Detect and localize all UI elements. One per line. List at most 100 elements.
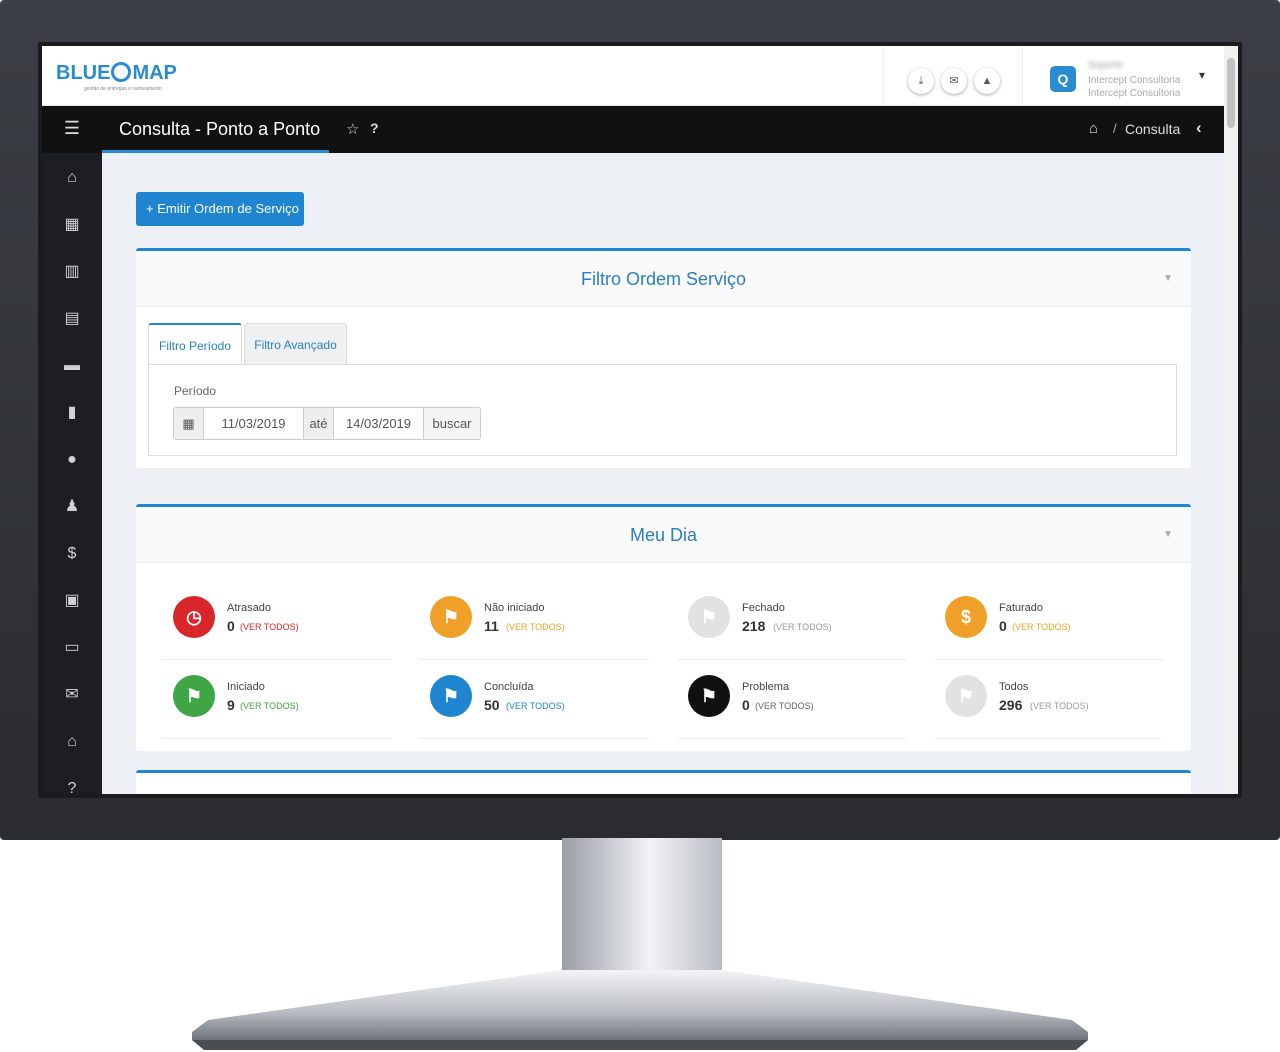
ver-todos-link[interactable]: (VER TODOS): [240, 701, 299, 711]
stat-card[interactable]: ⚑ Todos 296 (VER TODOS): [934, 661, 1164, 739]
ver-todos-link[interactable]: (VER TODOS): [773, 622, 832, 632]
main-content: + Emitir Ordem de Serviço Filtro Ordem S…: [102, 153, 1224, 794]
ver-todos-link[interactable]: (VER TODOS): [755, 701, 814, 711]
stat-label: Concluída: [484, 681, 534, 693]
calendar-icon[interactable]: ▦: [42, 210, 102, 240]
file-icon[interactable]: ▮: [42, 398, 102, 428]
flag-icon: ⚑: [173, 675, 215, 717]
user-name: Suporte: [1088, 60, 1124, 71]
meu-dia-panel: Meu Dia ▼ ◷ Atrasado 0 (VER TODOS) ⚑ Não inic…: [136, 504, 1191, 751]
ver-todos-link[interactable]: (VER TODOS): [240, 622, 299, 632]
calendar-icon: ▦: [174, 408, 204, 439]
dollar-icon[interactable]: $: [42, 539, 102, 569]
flag-icon: ⚑: [430, 596, 472, 638]
ver-todos-link[interactable]: (VER TODOS): [1012, 622, 1071, 632]
stat-label: Não iniciado: [484, 602, 545, 614]
caret-down-icon[interactable]: ▼: [1163, 251, 1173, 307]
page-titlebar: ☰ Consulta - Ponto a Ponto ☆ ? ⌂ / Consu…: [42, 106, 1224, 153]
flag-icon: ⚑: [430, 675, 472, 717]
breadcrumb-current: Consulta: [1125, 121, 1181, 137]
ver-todos-link[interactable]: (VER TODOS): [506, 622, 565, 632]
stat-card[interactable]: ⚑ Concluída 50 (VER TODOS): [419, 661, 649, 739]
bank-icon[interactable]: ⌂: [42, 727, 102, 757]
clock-icon: ◷: [173, 596, 215, 638]
meu-dia-panel-header[interactable]: Meu Dia ▼: [136, 507, 1191, 563]
sidebar: ⌂ ▦ ▥ ▤ ▬ ▮ ● ♟ $ ▣ ▭ ✉ ⌂ ?: [42, 153, 102, 794]
date-range-separator: até: [304, 408, 334, 439]
header-actions: ⤓ ✉ ▲: [883, 46, 1023, 106]
bluemap-logo[interactable]: BLUE MAP: [56, 62, 177, 85]
stat-count: 218: [742, 618, 766, 634]
chevron-left-icon[interactable]: ‹: [1196, 118, 1202, 138]
stat-label: Atrasado: [227, 602, 272, 614]
stat-card[interactable]: $ Faturado 0 (VER TODOS): [934, 582, 1164, 660]
flag-icon: ⚑: [688, 596, 730, 638]
download-icon[interactable]: ⤓: [908, 68, 934, 94]
breadcrumb-separator: /: [1113, 121, 1117, 136]
star-icon[interactable]: ☆: [346, 120, 359, 138]
filter-panel-title: Filtro Ordem Serviço: [580, 269, 747, 289]
ver-todos-link[interactable]: (VER TODOS): [1030, 701, 1089, 711]
home-icon[interactable]: ⌂: [42, 163, 102, 193]
stat-count: 0: [999, 618, 1007, 634]
stat-card[interactable]: ⚑ Fechado 218 (VER TODOS): [677, 582, 907, 660]
ver-todos-link[interactable]: (VER TODOS): [506, 701, 565, 711]
person-icon[interactable]: ♟: [42, 492, 102, 522]
filter-panel-header[interactable]: Filtro Ordem Serviço ▼: [136, 251, 1191, 307]
caret-down-icon[interactable]: ▼: [1163, 507, 1173, 563]
flag-icon: ⚑: [945, 675, 987, 717]
stat-card[interactable]: ⚑ Iniciado 9 (VER TODOS): [162, 661, 392, 739]
emit-service-order-button[interactable]: + Emitir Ordem de Serviço: [136, 192, 304, 226]
user-avatar[interactable]: Q: [1050, 66, 1076, 92]
stat-count: 9: [227, 697, 235, 713]
stat-label: Problema: [742, 681, 790, 693]
page-scrollbar[interactable]: [1224, 46, 1238, 794]
document-icon[interactable]: ▤: [42, 304, 102, 334]
dollar-icon: $: [945, 596, 987, 638]
bar-chart-icon[interactable]: ▥: [42, 257, 102, 287]
filter-panel: Filtro Ordem Serviço ▼ Filtro Período Fi…: [136, 248, 1191, 468]
next-panel: [136, 770, 1191, 794]
meu-dia-panel-title: Meu Dia: [629, 525, 698, 545]
app-screen: BLUE MAP gestão de entregas e rastreament…: [42, 46, 1238, 794]
money-icon[interactable]: ▣: [42, 586, 102, 616]
stat-count: 50: [484, 697, 500, 713]
flag-icon: ⚑: [688, 675, 730, 717]
stat-card[interactable]: ◷ Atrasado 0 (VER TODOS): [162, 582, 392, 660]
stat-card[interactable]: ⚑ Problema 0 (VER TODOS): [677, 661, 907, 739]
stat-label: Iniciado: [227, 681, 265, 693]
menu-toggle-icon[interactable]: ☰: [42, 106, 102, 153]
stat-count: 0: [742, 697, 750, 713]
stat-card[interactable]: ⚑ Não iniciado 11 (VER TODOS): [419, 582, 649, 660]
map-marker-icon[interactable]: ●: [42, 445, 102, 475]
credit-card-icon[interactable]: ▭: [42, 633, 102, 663]
search-button[interactable]: buscar: [424, 408, 480, 439]
bell-icon[interactable]: ▲: [974, 68, 1000, 94]
help-icon[interactable]: ?: [370, 120, 379, 136]
tab-content: Período ▦ 11/03/2019 até 14/03/2019 busc…: [148, 364, 1177, 456]
page-title: Consulta - Ponto a Ponto: [119, 119, 321, 139]
date-start-input[interactable]: 11/03/2019: [204, 408, 304, 439]
tab-filtro-periodo[interactable]: Filtro Período: [148, 323, 242, 364]
envelope-icon[interactable]: ✉: [941, 68, 967, 94]
stat-count: 0: [227, 618, 235, 634]
user-org-line2: Intercept Consultoria: [1088, 88, 1181, 99]
tab-filtro-avancado[interactable]: Filtro Avançado: [244, 323, 347, 364]
date-end-input[interactable]: 14/03/2019: [334, 408, 424, 439]
scrollbar-thumb[interactable]: [1227, 58, 1235, 128]
envelope-icon[interactable]: ✉: [42, 680, 102, 710]
monitor-stand-base: [192, 970, 1088, 1050]
stat-count: 11: [484, 618, 499, 634]
periodo-label: Período: [174, 384, 217, 398]
user-org-line1: Intercept Consultoria: [1088, 75, 1181, 86]
question-icon[interactable]: ?: [42, 774, 102, 794]
truck-icon[interactable]: ▬: [42, 351, 102, 381]
stat-label: Fechado: [742, 602, 785, 614]
stat-label: Faturado: [999, 602, 1044, 614]
stat-label: Todos: [999, 681, 1029, 693]
chevron-down-icon[interactable]: ▾: [1199, 68, 1205, 82]
logo-tagline: gestão de entregas e rastreamento: [84, 86, 162, 92]
date-range-group: ▦ 11/03/2019 até 14/03/2019 buscar: [173, 407, 481, 440]
home-icon[interactable]: ⌂: [1089, 120, 1098, 137]
stat-count: 296: [999, 697, 1023, 713]
